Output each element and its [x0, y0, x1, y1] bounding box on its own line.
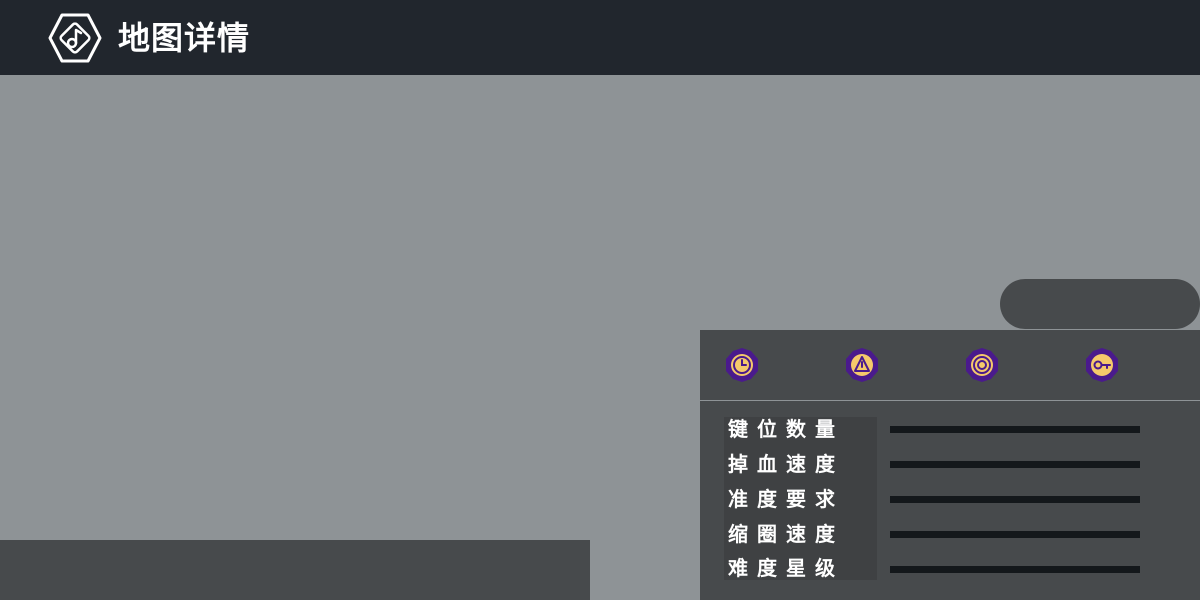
stat-bar-hp-drain [890, 461, 1140, 468]
page-title: 地图详情 [118, 19, 251, 57]
stat-bar-key-count [890, 426, 1140, 433]
music-note-hexagon-icon [48, 13, 102, 63]
song-info-panel [0, 540, 590, 600]
stat-label-hp-drain: 掉血速度 [728, 452, 844, 476]
warning-triangle-icon[interactable] [844, 347, 880, 383]
stat-bar-approach-rate [890, 531, 1140, 538]
top-header: 地图详情 [0, 0, 1200, 75]
target-circle-icon[interactable] [964, 347, 1000, 383]
map-detail-panel: 键位数量 掉血速度 准度要求 缩圈速度 难度星级 [700, 330, 1200, 600]
key-icon[interactable] [1084, 347, 1120, 383]
play-button[interactable] [1000, 279, 1200, 329]
stat-label-star-rating: 难度星级 [728, 556, 844, 580]
stat-label-accuracy: 准度要求 [728, 487, 844, 511]
stat-label-approach-rate: 缩圈速度 [728, 522, 844, 546]
stat-label-column: 键位数量 掉血速度 准度要求 缩圈速度 难度星级 [724, 417, 877, 580]
stat-bar-accuracy [890, 496, 1140, 503]
stat-bar-star-rating [890, 566, 1140, 573]
mod-icon-row [700, 330, 1200, 401]
clock-icon[interactable] [724, 347, 760, 383]
stat-label-key-count: 键位数量 [728, 417, 844, 441]
